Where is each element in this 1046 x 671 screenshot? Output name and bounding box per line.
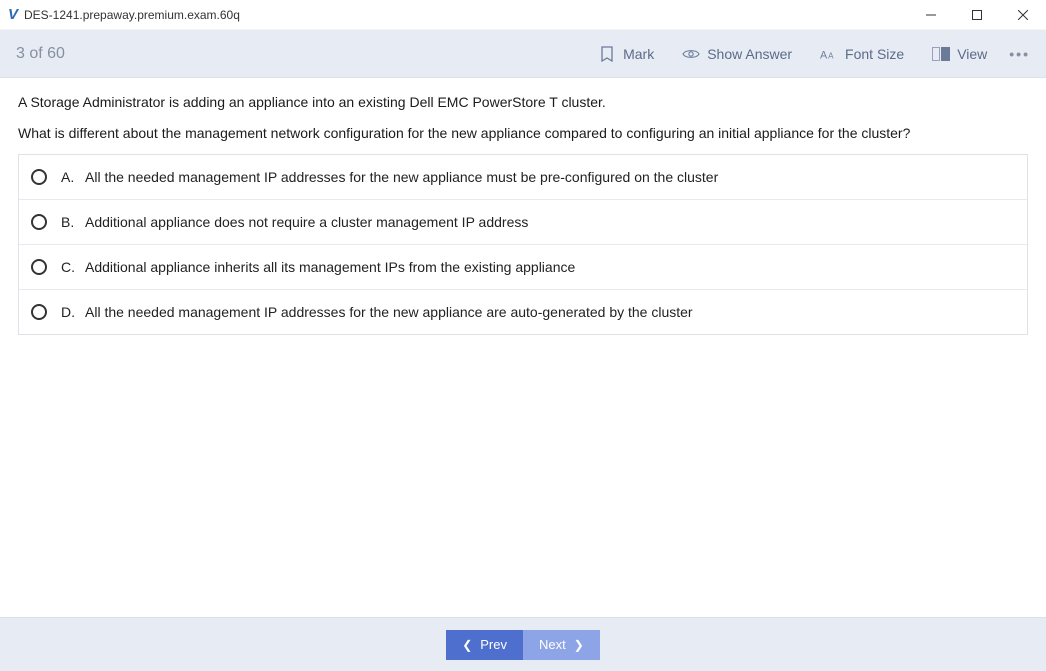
font-size-icon: AA [820,45,838,63]
window-minimize-button[interactable] [908,0,954,30]
option-text: All the needed management IP addresses f… [85,169,718,185]
close-icon [1018,10,1028,20]
option-text: Additional appliance inherits all its ma… [85,259,575,275]
option-c[interactable]: C. Additional appliance inherits all its… [19,244,1027,289]
question-text-line-1: A Storage Administrator is adding an app… [18,92,1028,113]
options-list: A. All the needed management IP addresse… [18,154,1028,335]
font-size-button[interactable]: AA Font Size [820,45,904,63]
next-button[interactable]: Next ❯ [523,630,600,660]
question-text-line-2: What is different about the management n… [18,123,1028,144]
question-area: A Storage Administrator is adding an app… [0,78,1046,335]
view-label: View [957,46,987,62]
show-answer-button[interactable]: Show Answer [682,45,792,63]
option-text: All the needed management IP addresses f… [85,304,693,320]
footer-nav: ❮ Prev Next ❯ [0,617,1046,671]
svg-text:A: A [828,51,834,60]
font-size-label: Font Size [845,46,904,62]
option-text: Additional appliance does not require a … [85,214,528,230]
maximize-icon [972,10,982,20]
radio-icon [31,169,47,185]
prev-button[interactable]: ❮ Prev [446,630,523,660]
chevron-right-icon: ❯ [574,638,584,652]
option-a[interactable]: A. All the needed management IP addresse… [19,155,1027,199]
show-answer-label: Show Answer [707,46,792,62]
radio-icon [31,304,47,320]
svg-text:A: A [820,49,828,61]
more-options-button[interactable]: ••• [1009,46,1030,62]
option-letter: A. [61,169,77,185]
more-icon: ••• [1009,46,1030,62]
option-letter: D. [61,304,77,320]
window-maximize-button[interactable] [954,0,1000,30]
chevron-left-icon: ❮ [462,638,472,652]
radio-icon [31,259,47,275]
eye-icon [682,45,700,63]
question-counter: 3 of 60 [16,45,65,63]
window-close-button[interactable] [1000,0,1046,30]
radio-icon [31,214,47,230]
mark-button[interactable]: Mark [598,45,654,63]
prev-label: Prev [480,637,507,652]
toolbar: 3 of 60 Mark Show Answer AA Font Size Vi… [0,30,1046,78]
titlebar: V DES-1241.prepaway.premium.exam.60q [0,0,1046,30]
minimize-icon [926,10,936,20]
option-d[interactable]: D. All the needed management IP addresse… [19,289,1027,334]
mark-label: Mark [623,46,654,62]
app-logo-icon: V [8,6,18,23]
option-b[interactable]: B. Additional appliance does not require… [19,199,1027,244]
window-title: DES-1241.prepaway.premium.exam.60q [24,8,240,22]
view-button[interactable]: View [932,45,987,63]
option-letter: C. [61,259,77,275]
bookmark-icon [598,45,616,63]
next-label: Next [539,637,566,652]
view-layout-icon [932,45,950,63]
option-letter: B. [61,214,77,230]
